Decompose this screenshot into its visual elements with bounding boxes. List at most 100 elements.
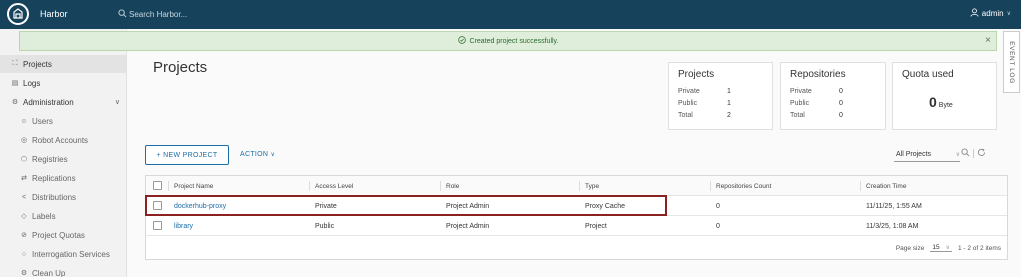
search-icon[interactable] bbox=[961, 148, 970, 159]
role-cell: Project Admin bbox=[446, 222, 490, 230]
row-value: 1 bbox=[727, 100, 731, 107]
column-header-type[interactable]: Type bbox=[585, 176, 599, 196]
sidebar-item-label: Clean Up bbox=[32, 268, 66, 277]
page-size-label: Page size bbox=[895, 244, 925, 252]
row-value: 0 bbox=[839, 112, 843, 119]
sidebar-item-clean-up[interactable]: ⚙ Clean Up bbox=[0, 264, 127, 277]
column-header-creation-time[interactable]: Creation Time bbox=[866, 176, 906, 196]
top-header: Harbor Search Harbor... admin ∨ bbox=[0, 0, 1021, 29]
row-checkbox[interactable] bbox=[153, 221, 162, 230]
sidebar-item-label: Logs bbox=[23, 78, 41, 88]
column-header-project-name[interactable]: Project Name bbox=[174, 176, 213, 196]
sidebar-item-label: Administration bbox=[23, 97, 74, 107]
type-cell: Project bbox=[585, 222, 607, 230]
sidebar-item-label: Users bbox=[32, 116, 53, 126]
project-name-link[interactable]: library bbox=[174, 216, 193, 236]
new-project-button[interactable]: + NEW PROJECT bbox=[145, 145, 229, 165]
user-menu[interactable]: admin ∨ bbox=[970, 8, 1011, 19]
global-search[interactable]: Search Harbor... bbox=[118, 7, 298, 21]
users-icon: ☺ bbox=[20, 117, 28, 125]
table-row[interactable]: dockerhub-proxy Private Project Admin Pr… bbox=[146, 196, 1007, 216]
sidebar-item-robot-accounts[interactable]: ◎ Robot Accounts bbox=[0, 131, 127, 149]
sidebar-item-projects[interactable]: ⛶ Projects bbox=[0, 55, 127, 73]
page-title: Projects bbox=[153, 59, 208, 76]
brand-name[interactable]: Harbor bbox=[40, 9, 68, 19]
search-input[interactable]: Search Harbor... bbox=[129, 10, 187, 19]
row-label: Private bbox=[790, 88, 812, 95]
table-header-row: Project Name Access Level Role Type Repo… bbox=[146, 176, 1007, 196]
filter-value: All Projects bbox=[896, 151, 932, 158]
creation-time-cell: 11/11/25, 1:55 AM bbox=[866, 202, 922, 210]
chevron-down-icon: ∨ bbox=[955, 152, 960, 158]
column-header-role[interactable]: Role bbox=[446, 176, 459, 196]
card-row: Public 0 bbox=[790, 100, 843, 107]
event-log-label: EVENT LOG bbox=[1008, 40, 1015, 84]
sidebar-item-administration[interactable]: ⚙ Administration ∨ bbox=[0, 93, 127, 111]
column-divider bbox=[309, 181, 310, 191]
role-cell: Project Admin bbox=[446, 202, 490, 210]
projects-summary-card: Projects Private 1 Public 1 Total 2 bbox=[668, 62, 773, 130]
quota-unit: Byte bbox=[938, 102, 953, 109]
page-size-select[interactable]: 15 ∨ bbox=[930, 244, 952, 252]
event-log-tab[interactable]: EVENT LOG bbox=[1003, 31, 1020, 93]
close-icon[interactable]: × bbox=[985, 35, 991, 46]
sidebar-item-interrogation-services[interactable]: ○ Interrogation Services bbox=[0, 245, 127, 263]
access-level-cell: Public bbox=[315, 222, 335, 230]
user-name: admin bbox=[981, 9, 1004, 18]
divider bbox=[973, 149, 974, 158]
column-header-repositories-count[interactable]: Repositories Count bbox=[716, 176, 771, 196]
table-row[interactable]: library Public Project Admin Project 0 1… bbox=[146, 216, 1007, 236]
card-row: Total 0 bbox=[790, 112, 843, 119]
column-divider bbox=[860, 181, 861, 191]
select-all-checkbox[interactable] bbox=[153, 181, 162, 190]
sidebar-item-label: Labels bbox=[32, 211, 56, 221]
logs-icon: ▤ bbox=[11, 80, 19, 87]
project-filter-select[interactable]: All Projects ∨ bbox=[894, 148, 960, 162]
page-size-value: 15 bbox=[932, 244, 940, 251]
column-header-access-level[interactable]: Access Level bbox=[315, 176, 353, 196]
creation-time-cell: 11/3/25, 1:08 AM bbox=[866, 222, 919, 230]
sidebar-item-label: Robot Accounts bbox=[32, 135, 89, 145]
interrogation-icon: ○ bbox=[21, 250, 27, 258]
cleanup-icon: ⚙ bbox=[20, 270, 28, 277]
row-label: Public bbox=[678, 100, 698, 107]
sidebar-item-labels[interactable]: ◇ Labels bbox=[0, 207, 127, 225]
registries-icon: ⬡ bbox=[20, 156, 28, 163]
row-value: 1 bbox=[727, 88, 731, 95]
card-title: Quota used bbox=[902, 69, 954, 80]
success-alert: Created project successfully. × bbox=[19, 31, 997, 51]
sidebar-item-registries[interactable]: ⬡ Registries bbox=[0, 150, 127, 168]
administration-icon: ⚙ bbox=[11, 99, 19, 106]
row-label: Total bbox=[790, 112, 805, 119]
sidebar-item-label: Distributions bbox=[32, 192, 77, 202]
table-tools bbox=[961, 148, 986, 159]
sidebar-item-replications[interactable]: ⇄ Replications bbox=[0, 169, 127, 187]
column-divider bbox=[440, 181, 441, 191]
card-row: Private 0 bbox=[790, 88, 843, 95]
sidebar-item-project-quotas[interactable]: ⊘ Project Quotas bbox=[0, 226, 127, 244]
row-value: 0 bbox=[839, 88, 843, 95]
refresh-icon[interactable] bbox=[977, 148, 986, 159]
card-title: Repositories bbox=[790, 69, 846, 80]
sidebar-item-distributions[interactable]: < Distributions bbox=[0, 188, 127, 206]
quota-number: 0 bbox=[929, 94, 937, 110]
action-dropdown[interactable]: ACTION ∨ bbox=[240, 151, 275, 158]
harbor-logo-icon[interactable] bbox=[7, 3, 29, 25]
column-divider bbox=[710, 181, 711, 191]
search-icon bbox=[118, 8, 127, 20]
sidebar-item-logs[interactable]: ▤ Logs bbox=[0, 74, 127, 92]
projects-table: Project Name Access Level Role Type Repo… bbox=[145, 175, 1008, 260]
repositories-summary-card: Repositories Private 0 Public 0 Total 0 bbox=[780, 62, 886, 130]
row-label: Total bbox=[678, 112, 693, 119]
project-name-link[interactable]: dockerhub-proxy bbox=[174, 196, 226, 216]
row-checkbox[interactable] bbox=[153, 201, 162, 210]
sidebar-item-label: Interrogation Services bbox=[32, 249, 110, 259]
labels-icon: ◇ bbox=[21, 213, 27, 220]
projects-icon: ⛶ bbox=[12, 60, 18, 67]
chevron-down-icon: ∨ bbox=[114, 99, 120, 106]
distributions-icon: < bbox=[21, 193, 27, 201]
replications-icon: ⇄ bbox=[21, 175, 27, 182]
alert-message: Created project successfully. bbox=[469, 37, 559, 45]
sidebar-item-users[interactable]: ☺ Users bbox=[0, 112, 127, 130]
row-label: Private bbox=[678, 88, 700, 95]
